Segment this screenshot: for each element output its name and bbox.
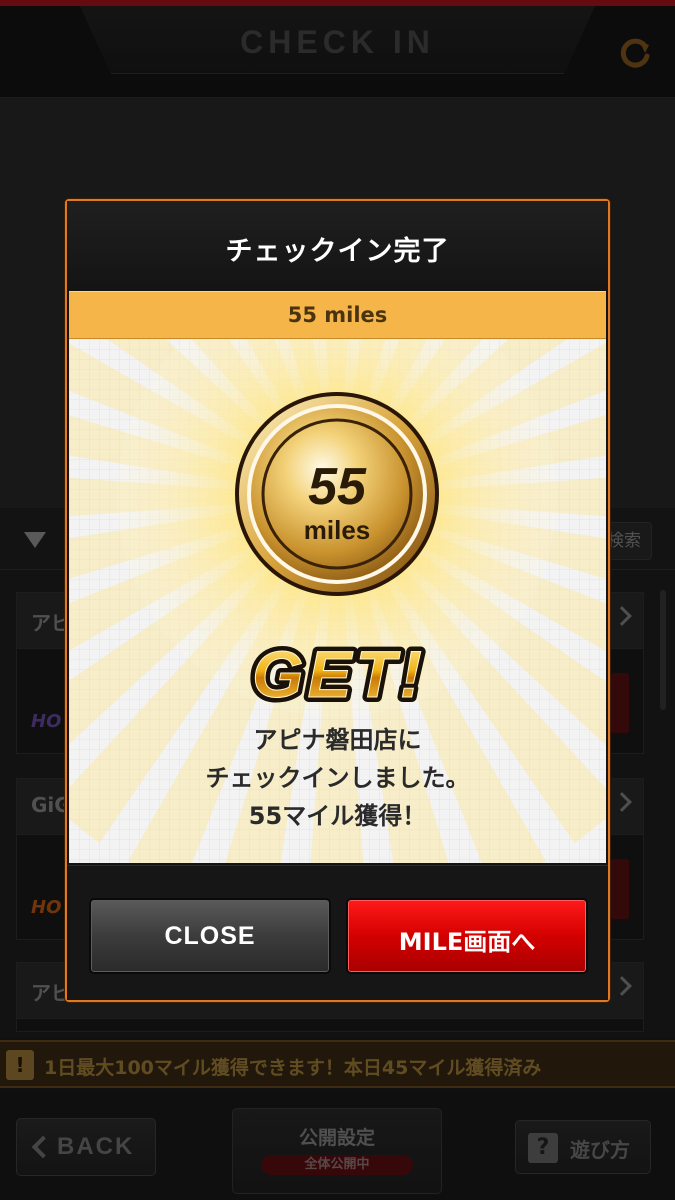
checkin-message: アピナ磐田店に チェックインしました。 55マイル獲得！ [69,721,606,835]
get-banner: GET! GET! [247,635,427,713]
get-text: GET! [252,637,426,711]
close-button[interactable]: CLOSE [89,898,331,974]
close-button-label: CLOSE [164,922,256,950]
miles-banner: 55 miles [69,291,606,339]
miles-banner-text: 55 miles [287,303,388,327]
checkin-dialog: チェックイン完了 55 miles 55 miles GET! GET! アピナ… [65,199,610,1002]
dialog-actions: CLOSE MILE画面へ [67,865,608,1000]
dialog-title: チェックイン完了 [225,236,450,267]
coin-miles-number: 55 [308,458,366,516]
message-line: チェックインしました。 [205,764,470,792]
reward-panel: 55 miles GET! GET! アピナ磐田店に チェックインしました。 5… [69,339,606,863]
message-line: 55マイル獲得！ [248,802,427,830]
coin-miles-unit: miles [303,515,371,545]
mile-screen-button-label: MILE画面へ [398,928,536,956]
dialog-header: チェックイン完了 [67,201,608,291]
mile-screen-button[interactable]: MILE画面へ [346,898,588,974]
message-line: アピナ磐田店に [253,726,422,754]
